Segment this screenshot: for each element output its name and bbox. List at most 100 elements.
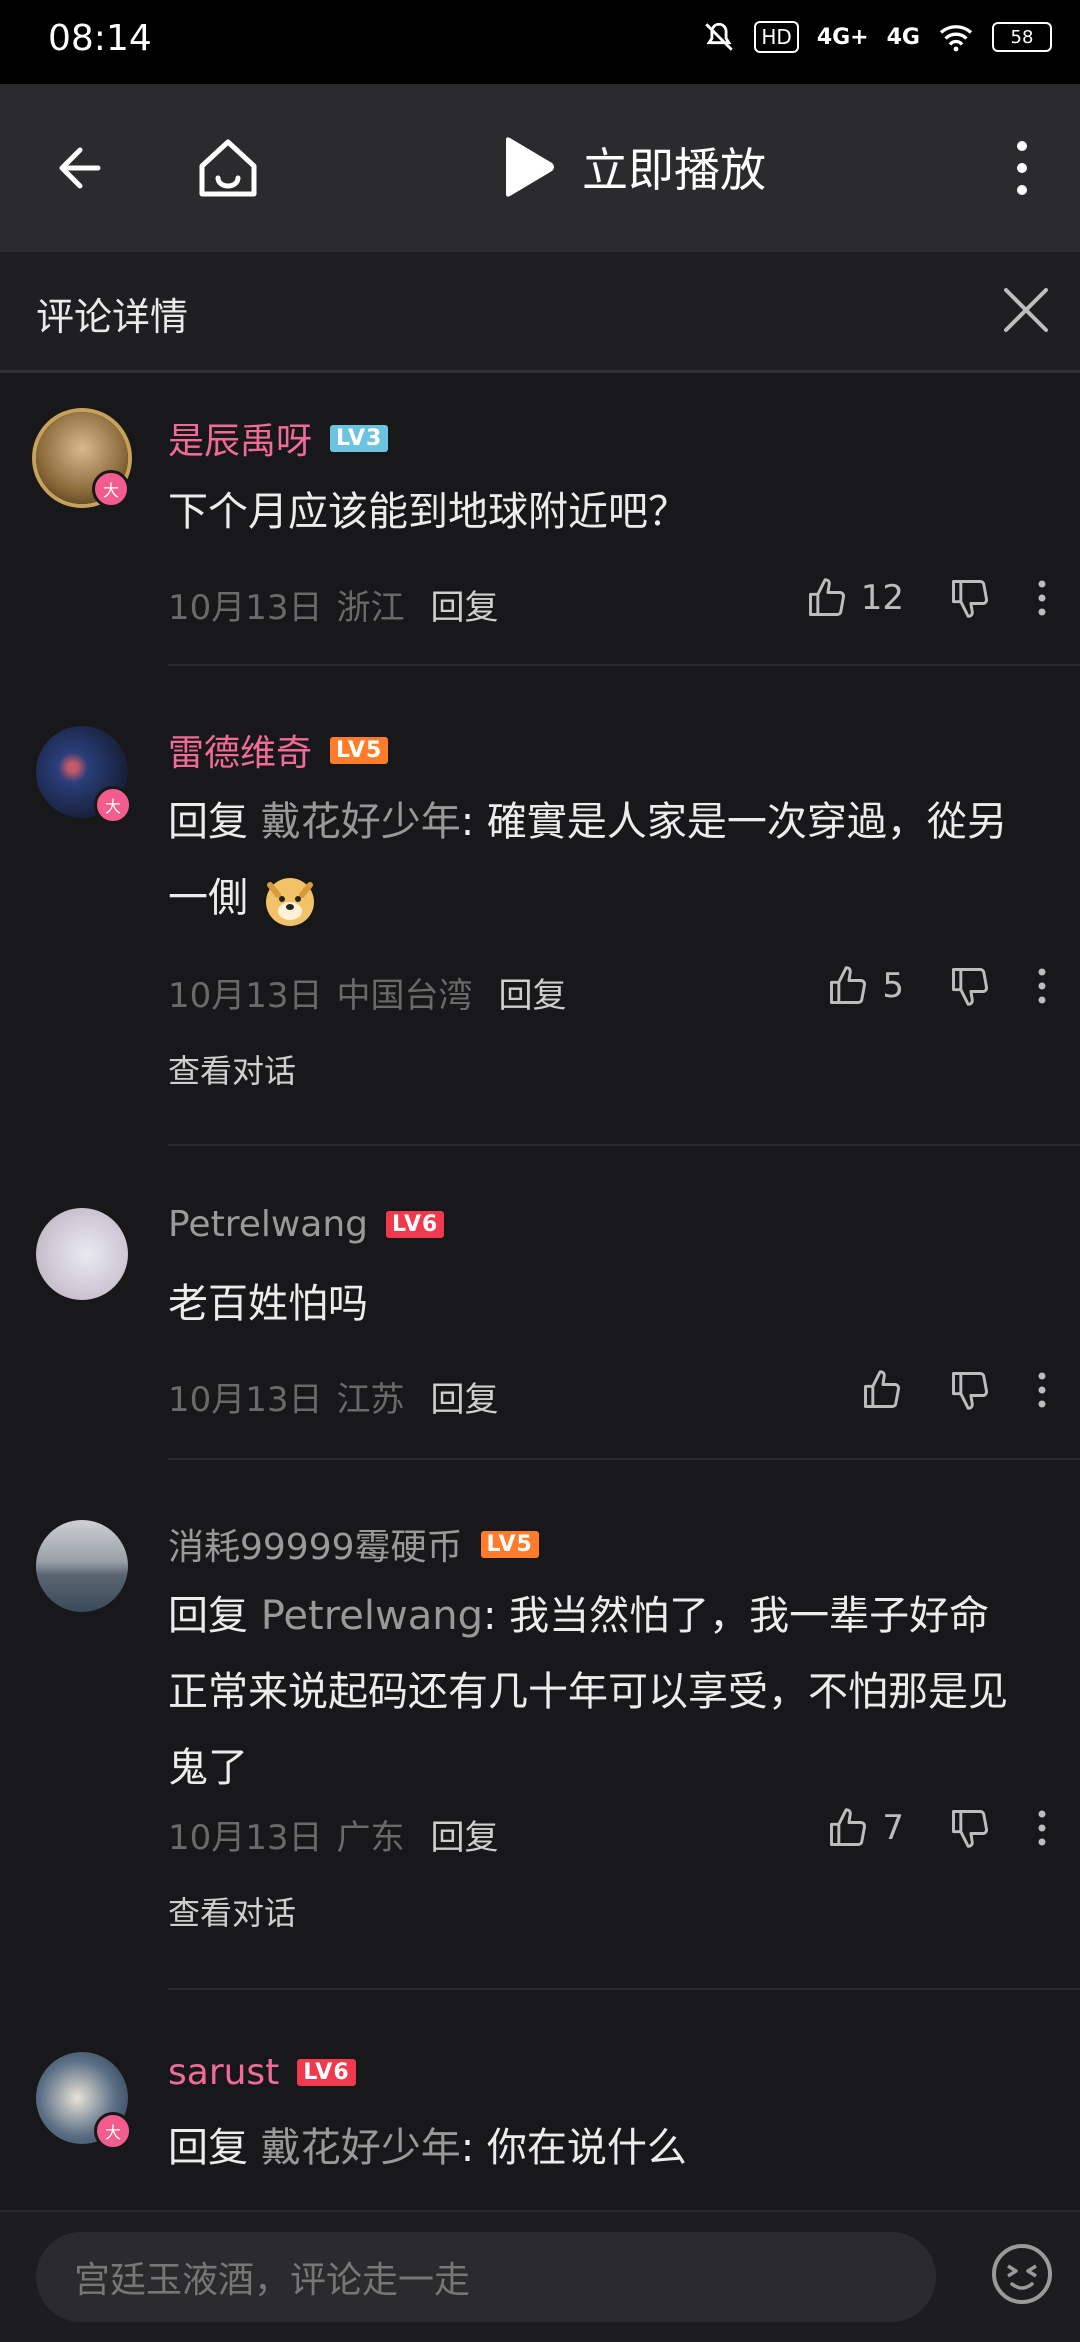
comment-date: 10月13日	[168, 976, 323, 1016]
play-now-button[interactable]: 立即播放	[500, 134, 766, 200]
thumbs-down-icon[interactable]	[948, 1806, 992, 1850]
comment-actions: 5	[826, 964, 1052, 1008]
comment-location: 浙江	[336, 588, 405, 628]
da-badge: 大	[94, 786, 132, 824]
like-button[interactable]: 12	[805, 576, 904, 620]
comment-detail-header: 评论详情	[0, 252, 1080, 373]
home-icon[interactable]	[188, 128, 268, 208]
mute-bell-icon	[705, 22, 734, 51]
network-4g-icon: 4G	[886, 24, 920, 50]
comment-text: 回复 戴花好少年: 你在说什么	[168, 2110, 1028, 2186]
level-badge: LV6	[297, 2059, 356, 2086]
like-button[interactable]: 5	[826, 964, 904, 1008]
play-now-label: 立即播放	[582, 143, 766, 197]
reply-prefix: 回复	[168, 2125, 261, 2171]
comment-actions: 7	[826, 1806, 1052, 1850]
thumbs-up-icon	[864, 1370, 900, 1408]
thumbs-up-icon	[830, 1808, 867, 1846]
reply-prefix: 回复	[168, 799, 261, 845]
comment-author[interactable]: 是辰禹呀	[168, 412, 312, 464]
divider	[168, 1458, 1080, 1460]
comment-date: 10月13日	[168, 588, 323, 628]
comment-input[interactable]: 宫廷玉液酒，评论走一走	[36, 2232, 936, 2322]
avatar[interactable]	[36, 1520, 128, 1612]
comment-location: 江苏	[336, 1380, 405, 1420]
thumbs-up-icon	[808, 578, 845, 616]
comment-meta: 10月13日 浙江 回复	[168, 580, 499, 629]
reply-button[interactable]: 回复	[431, 580, 499, 629]
comment-author-row: Petrelwang LV6	[168, 1204, 445, 1245]
level-badge: LV6	[386, 1211, 445, 1238]
divider	[168, 1144, 1080, 1146]
status-bar: 08:14 HD 4G+ 4G 58	[0, 0, 1080, 84]
comment-author-row: 是辰禹呀 LV3	[168, 412, 389, 464]
thumbs-down-icon[interactable]	[948, 1368, 992, 1412]
more-vertical-icon[interactable]	[1032, 964, 1052, 1008]
doge-emoji-icon	[265, 878, 314, 926]
comment-date: 10月13日	[168, 1380, 323, 1420]
reply-button[interactable]: 回复	[431, 1372, 499, 1421]
comment-location: 广东	[336, 1818, 405, 1858]
battery-icon: 58	[992, 22, 1052, 52]
comment-author[interactable]: 雷德维奇	[168, 724, 312, 776]
emoji-icon[interactable]	[990, 2242, 1054, 2306]
reply-to-user[interactable]: 戴花好少年	[261, 799, 461, 845]
like-count: 7	[882, 1808, 904, 1848]
network-4g-plus-icon: 4G+	[816, 24, 869, 50]
comment-date: 10月13日	[168, 1818, 323, 1858]
more-vertical-icon[interactable]	[1032, 1806, 1052, 1850]
more-vertical-icon[interactable]	[1032, 1368, 1052, 1412]
thumbs-up-icon	[830, 966, 867, 1004]
comment-body: : 你在说什么	[460, 2125, 687, 2171]
view-conversation-link[interactable]: 查看对话	[168, 1046, 296, 1092]
comment-author[interactable]: Petrelwang	[168, 1204, 368, 1245]
like-count: 12	[860, 578, 904, 618]
da-badge: 大	[92, 470, 130, 508]
comment-author[interactable]: sarust	[168, 2052, 279, 2093]
comment-author[interactable]: 消耗99999霉硬币	[168, 1518, 463, 1570]
comment-text: 老百姓怕吗	[168, 1281, 368, 1327]
comment-text: 回复 戴花好少年: 確實是人家是一次穿過，從另一側	[168, 784, 1028, 936]
comment-author-row: sarust LV6	[168, 2052, 356, 2093]
comment-text: 下个月应该能到地球附近吧？	[168, 489, 688, 535]
hd-icon: HD	[754, 21, 799, 53]
view-conversation-link[interactable]: 查看对话	[168, 1888, 296, 1934]
divider	[168, 664, 1080, 666]
like-button[interactable]	[860, 1368, 904, 1412]
more-vertical-icon[interactable]	[982, 128, 1062, 208]
comment-meta: 10月13日 中国台湾 回复	[168, 968, 567, 1017]
comment-actions	[860, 1368, 1052, 1412]
top-bar: 立即播放	[0, 84, 1080, 252]
more-vertical-icon[interactable]	[1032, 576, 1052, 620]
thumbs-down-icon[interactable]	[948, 576, 992, 620]
like-button[interactable]: 7	[826, 1806, 904, 1850]
back-arrow-icon[interactable]	[44, 128, 124, 208]
comment-text: 回复 Petrelwang: 我当然怕了，我一辈子好命正常来说起码还有几十年可以…	[168, 1578, 1028, 1806]
like-count: 5	[882, 966, 904, 1006]
reply-button[interactable]: 回复	[499, 968, 567, 1017]
status-time: 08:14	[48, 18, 152, 59]
reply-to-user[interactable]: 戴花好少年	[261, 2125, 461, 2171]
comment-actions: 12	[805, 576, 1052, 620]
play-icon	[506, 137, 554, 197]
divider	[168, 1988, 1080, 1990]
comment-location: 中国台湾	[336, 976, 473, 1016]
status-icons: HD 4G+ 4G 58	[702, 20, 1052, 54]
close-icon[interactable]	[998, 282, 1054, 338]
comment-detail-title: 评论详情	[36, 295, 189, 339]
reply-button[interactable]: 回复	[431, 1810, 499, 1859]
wifi-icon	[939, 25, 973, 52]
comment-meta: 10月13日 广东 回复	[168, 1810, 499, 1859]
avatar[interactable]	[36, 1208, 128, 1300]
level-badge: LV5	[480, 1530, 539, 1558]
reply-prefix: 回复	[168, 1593, 261, 1639]
level-badge: LV5	[330, 736, 389, 764]
comment-input-bar: 宫廷玉液酒，评论走一走	[0, 2210, 1080, 2342]
reply-to-user[interactable]: Petrelwang	[261, 1593, 483, 1639]
da-badge: 大	[94, 2112, 132, 2150]
level-badge: LV3	[330, 424, 389, 452]
thumbs-down-icon[interactable]	[948, 964, 992, 1008]
comment-author-row: 雷德维奇 LV5	[168, 724, 389, 776]
comment-author-row: 消耗99999霉硬币 LV5	[168, 1518, 539, 1570]
comment-meta: 10月13日 江苏 回复	[168, 1372, 499, 1421]
